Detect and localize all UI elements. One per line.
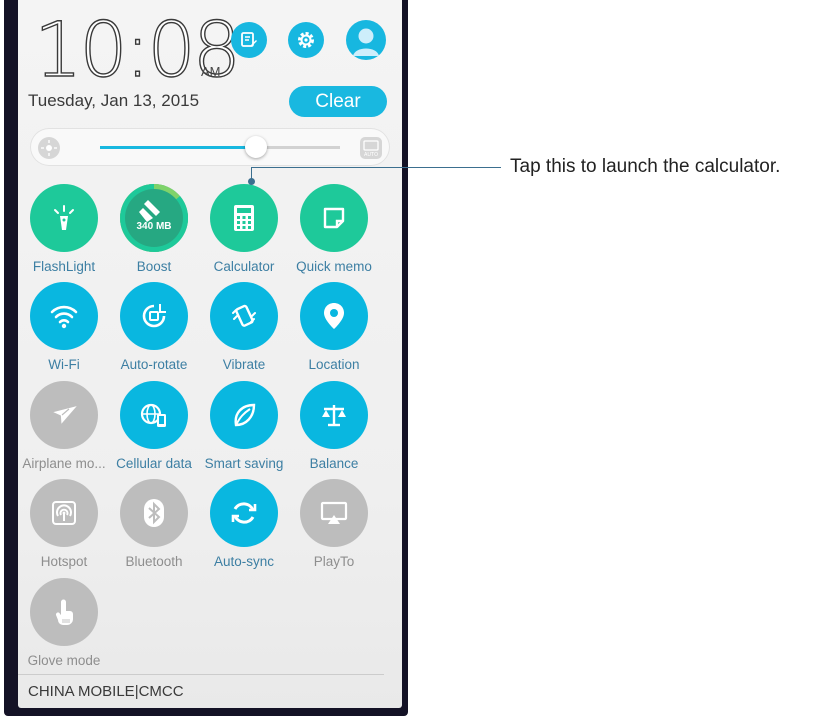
tile-bluetooth[interactable]: Bluetooth [109, 479, 199, 569]
boost-memory-badge: 340 MB [136, 221, 172, 232]
tile-location[interactable]: Location [289, 282, 379, 372]
wifi-icon[interactable] [30, 282, 98, 350]
tile-label: Calculator [213, 259, 275, 274]
tile-balance[interactable]: Balance [289, 381, 379, 471]
tile-calculator[interactable]: Calculator [199, 184, 289, 274]
date-label: Tuesday, Jan 13, 2015 [28, 91, 200, 110]
bluetooth-icon[interactable] [120, 479, 188, 547]
tile-label: Quick memo [296, 259, 372, 274]
brightness-low-icon [38, 137, 60, 159]
tile-label: Bluetooth [125, 554, 183, 569]
tile-vibrate[interactable]: Vibrate [199, 282, 289, 372]
tile-label: Hotspot [40, 554, 88, 569]
tile-label: Auto-rotate [120, 357, 188, 372]
tile-quick-memo[interactable]: Quick memo [289, 184, 379, 274]
tile-flashlight[interactable]: FlashLight [19, 184, 109, 274]
brightness-slider-thumb[interactable] [245, 136, 267, 158]
tile-smart-saving[interactable]: Smart saving [199, 381, 289, 471]
cellular-data-icon[interactable] [120, 381, 188, 449]
tile-label: Glove mode [27, 653, 101, 668]
tile-label: Vibrate [222, 357, 266, 372]
tile-auto-rotate[interactable]: Auto-rotate [109, 282, 199, 372]
tile-label: FlashLight [32, 259, 96, 274]
tile-label: Balance [309, 456, 359, 471]
calculator-icon[interactable] [210, 184, 278, 252]
callout-text: Tap this to launch the calculator. [510, 156, 781, 177]
tile-boost[interactable]: 340 MB Boost [109, 184, 199, 274]
tile-label: Airplane mo... [22, 456, 106, 471]
leaf-icon[interactable] [210, 381, 278, 449]
tile-label: PlayTo [313, 554, 355, 569]
avatar-icon[interactable] [346, 20, 386, 60]
callout-line [251, 167, 501, 168]
playto-icon[interactable] [300, 479, 368, 547]
callout-dot [248, 178, 255, 185]
divider [18, 674, 384, 675]
tile-playto[interactable]: PlayTo [289, 479, 379, 569]
rotate-icon[interactable] [120, 282, 188, 350]
tile-glove-mode[interactable]: Glove mode [19, 578, 109, 668]
airplane-icon[interactable] [30, 381, 98, 449]
tile-label: Auto-sync [213, 554, 275, 569]
tile-hotspot[interactable]: Hotspot [19, 479, 109, 569]
memo-icon[interactable] [300, 184, 368, 252]
carrier-label: CHINA MOBILE|CMCC [28, 683, 184, 700]
tile-label: Location [308, 357, 360, 372]
hotspot-icon[interactable] [30, 479, 98, 547]
edit-settings-icon[interactable] [231, 22, 267, 58]
tile-auto-sync[interactable]: Auto-sync [199, 479, 289, 569]
quick-settings-panel: 10:08 AM Tuesday, Jan 13, 2015 Clear AUT… [18, 0, 402, 708]
tile-label: Wi-Fi [48, 357, 80, 372]
location-icon[interactable] [300, 282, 368, 350]
glove-icon[interactable] [30, 578, 98, 646]
boost-icon[interactable]: 340 MB [120, 184, 188, 252]
auto-brightness-label: AUTO [364, 152, 378, 158]
phone-frame: 10:08 AM Tuesday, Jan 13, 2015 Clear AUT… [4, 0, 408, 716]
balance-icon[interactable] [300, 381, 368, 449]
vibrate-icon[interactable] [210, 282, 278, 350]
tile-cellular-data[interactable]: Cellular data [109, 381, 199, 471]
gear-icon[interactable] [288, 22, 324, 58]
tile-wifi[interactable]: Wi-Fi [19, 282, 109, 372]
brightness-slider[interactable] [100, 146, 340, 149]
clear-button[interactable]: Clear [289, 86, 387, 117]
clock-ampm: AM [201, 64, 221, 79]
tile-label: Boost [136, 259, 172, 274]
tile-label: Smart saving [204, 456, 284, 471]
brightness-slider-fill [100, 146, 256, 149]
auto-brightness-icon[interactable]: AUTO [360, 137, 382, 159]
tile-airplane-mode[interactable]: Airplane mo... [19, 381, 109, 471]
tile-label: Cellular data [116, 456, 192, 471]
sync-icon[interactable] [210, 479, 278, 547]
brightness-bar: AUTO [30, 128, 390, 166]
flashlight-icon[interactable] [30, 184, 98, 252]
